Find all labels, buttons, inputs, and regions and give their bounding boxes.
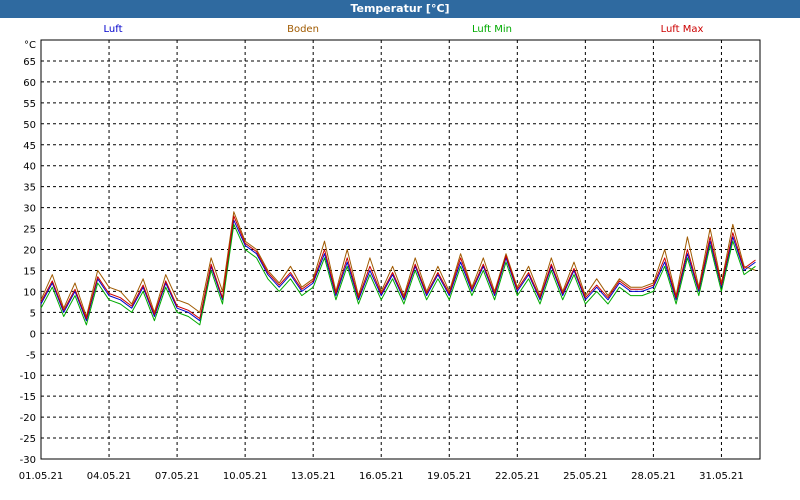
temperature-chart: 65605550454035302520151050-5-10-15-20-25… xyxy=(19,39,761,482)
x-tick-label: 25.05.21 xyxy=(563,471,608,482)
series-line-luft-min xyxy=(40,223,756,326)
x-tick-label: 13.05.21 xyxy=(291,471,336,482)
x-tick-label: 07.05.21 xyxy=(155,471,200,482)
grid xyxy=(41,40,760,460)
x-tick-label: 28.05.21 xyxy=(631,471,676,482)
y-tick-label: -15 xyxy=(20,392,36,403)
x-tick-label: 04.05.21 xyxy=(87,471,132,482)
y-tick-label: -25 xyxy=(20,434,36,445)
y-tick-label: 60 xyxy=(23,78,36,89)
x-tick-label: 22.05.21 xyxy=(495,471,540,482)
y-tick-label: 55 xyxy=(23,99,36,110)
y-tick-label: 0 xyxy=(30,329,36,340)
y-axis-label: °C xyxy=(24,40,36,51)
y-tick-label: 50 xyxy=(23,120,36,131)
y-tick-label: -10 xyxy=(20,371,36,382)
x-tick-label: 01.05.21 xyxy=(19,471,64,482)
plot-frame xyxy=(40,39,761,460)
y-tick-label: 65 xyxy=(23,57,36,68)
y-axis-ticks: 65605550454035302520151050-5-10-15-20-25… xyxy=(20,57,36,466)
y-tick-label: 10 xyxy=(23,287,36,298)
y-tick-label: 15 xyxy=(23,266,36,277)
y-tick-label: 25 xyxy=(23,225,36,236)
y-tick-label: 40 xyxy=(23,162,36,173)
y-tick-label: 35 xyxy=(23,183,36,194)
x-tick-label: 31.05.21 xyxy=(699,471,744,482)
x-axis-ticks: 01.05.21 04.05.21 07.05.21 10.05.21 13.05.21… xyxy=(19,471,744,482)
x-tick-label: 10.05.21 xyxy=(223,471,268,482)
y-tick-label: 20 xyxy=(23,246,36,257)
y-tick-label: 30 xyxy=(23,204,36,215)
chart-window: Temperatur [°C] Luft Boden Luft Min Luft… xyxy=(0,0,800,500)
y-tick-label: 5 xyxy=(30,308,36,319)
y-tick-label: 45 xyxy=(23,141,36,152)
y-tick-label: -30 xyxy=(20,455,36,466)
y-tick-label: -5 xyxy=(26,350,36,361)
x-tick-label: 19.05.21 xyxy=(427,471,472,482)
x-tick-label: 16.05.21 xyxy=(359,471,404,482)
y-tick-label: -20 xyxy=(20,413,36,424)
